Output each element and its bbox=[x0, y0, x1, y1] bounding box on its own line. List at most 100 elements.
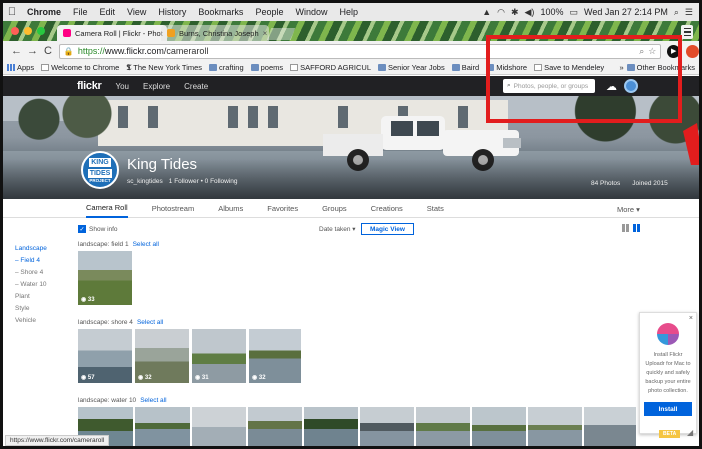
menu-file[interactable]: File bbox=[67, 7, 94, 17]
photo-thumbnail[interactable]: ◉ 32 bbox=[249, 329, 301, 383]
photo-thumbnail[interactable] bbox=[472, 407, 526, 446]
bookmark-label: crafting bbox=[219, 63, 244, 72]
nav-explore[interactable]: Explore bbox=[143, 82, 170, 91]
menu-people[interactable]: People bbox=[249, 7, 289, 17]
filter-shore[interactable]: – Shore 4 bbox=[15, 267, 47, 279]
photo-thumbnail[interactable]: ◉ 32 bbox=[135, 329, 189, 383]
profile-handle: sc_kingtides bbox=[127, 178, 163, 185]
tab-groups[interactable]: Groups bbox=[322, 199, 347, 218]
new-tab-button[interactable] bbox=[266, 28, 296, 40]
close-tab-icon[interactable]: × bbox=[263, 29, 268, 38]
menu-edit[interactable]: Edit bbox=[94, 7, 122, 17]
menu-history[interactable]: History bbox=[152, 7, 192, 17]
photo-thumbnail[interactable]: ◉ 33 bbox=[78, 251, 132, 305]
menu-view[interactable]: View bbox=[121, 7, 152, 17]
menu-chrome[interactable]: Chrome bbox=[21, 7, 67, 17]
photo-thumbnail[interactable] bbox=[360, 407, 414, 446]
photo-thumbnail[interactable] bbox=[416, 407, 470, 446]
apple-icon[interactable]:  bbox=[3, 6, 21, 18]
large-grid-view-icon[interactable] bbox=[633, 224, 641, 232]
bookmark-welcome[interactable]: Welcome to Chrome bbox=[41, 63, 119, 72]
install-button[interactable]: Install bbox=[644, 402, 692, 416]
photo-thumbnail[interactable] bbox=[248, 407, 302, 446]
filter-field[interactable]: – Field 4 bbox=[15, 255, 47, 267]
tab-burns-christina[interactable]: Burns, Christina Joseph × bbox=[161, 25, 269, 41]
folder-icon bbox=[378, 64, 386, 71]
filter-plant[interactable]: Plant bbox=[15, 291, 47, 303]
bookmark-crafting[interactable]: crafting bbox=[209, 63, 244, 72]
tab-stats[interactable]: Stats bbox=[427, 199, 444, 218]
bookmark-nytimes[interactable]: 𝕿 The New York Times bbox=[126, 63, 202, 73]
battery-icon[interactable]: ▭ bbox=[569, 7, 578, 18]
photo-thumbnail[interactable]: ◉ 57 bbox=[78, 329, 132, 383]
wifi-icon[interactable]: ◠ bbox=[497, 7, 505, 18]
reload-icon[interactable]: C bbox=[43, 45, 53, 57]
mac-menu-bar:  Chrome File Edit View History Bookmark… bbox=[3, 3, 699, 21]
menu-help[interactable]: Help bbox=[333, 7, 364, 17]
flickr-logo[interactable]: flickr bbox=[77, 80, 102, 92]
show-info-checkbox[interactable]: ✓ Show info bbox=[78, 225, 118, 233]
select-all-link[interactable]: Select all bbox=[133, 241, 159, 248]
volume-icon[interactable]: ◀) bbox=[525, 7, 535, 18]
profile-avatar[interactable]: KING TIDES PROJECT bbox=[81, 151, 119, 189]
tab-albums[interactable]: Albums bbox=[218, 199, 243, 218]
select-all-link[interactable]: Select all bbox=[140, 397, 166, 404]
bookmark-senior-jobs[interactable]: Senior Year Jobs bbox=[378, 63, 445, 72]
bookmark-label: Welcome to Chrome bbox=[51, 63, 120, 72]
menu-window[interactable]: Window bbox=[289, 7, 333, 17]
joined-date: Joined 2015 bbox=[632, 180, 668, 187]
page-icon bbox=[41, 64, 50, 71]
forward-arrow-icon[interactable]: → bbox=[27, 45, 38, 57]
notification-center-icon[interactable]: ☰ bbox=[685, 7, 693, 18]
photo-thumbnail[interactable]: ◉ 31 bbox=[192, 329, 246, 383]
status-icon[interactable]: ▲ bbox=[482, 7, 491, 17]
group-label: landscape: water 10 bbox=[78, 397, 137, 404]
more-menu[interactable]: More ▾ bbox=[617, 205, 640, 214]
back-arrow-icon[interactable]: ← bbox=[11, 45, 22, 57]
photo-thumbnail[interactable] bbox=[528, 407, 582, 446]
tab-creations[interactable]: Creations bbox=[371, 199, 403, 218]
menu-status-area: ▲ ◠ ✱ ◀) 100% ▭ Wed Jan 27 2:14 PM ⌕ ☰ bbox=[482, 7, 699, 18]
chrome-menu-icon[interactable] bbox=[681, 25, 693, 39]
uploadr-logo-icon bbox=[657, 323, 679, 345]
bookmark-baird[interactable]: Baird bbox=[451, 63, 479, 72]
megaphone-icon[interactable]: ◢ bbox=[687, 428, 693, 437]
date-taken-dropdown[interactable]: Date taken ▾ bbox=[319, 225, 356, 233]
close-popup-icon[interactable]: × bbox=[689, 315, 693, 322]
filter-landscape[interactable]: Landscape bbox=[15, 243, 47, 255]
bluetooth-icon[interactable]: ✱ bbox=[511, 7, 519, 18]
filter-water[interactable]: – Water 10 bbox=[15, 279, 47, 291]
extension-red-icon[interactable] bbox=[686, 44, 699, 58]
nav-create[interactable]: Create bbox=[184, 82, 208, 91]
filter-style[interactable]: Style bbox=[15, 303, 47, 315]
group-label: landscape: shore 4 bbox=[78, 319, 133, 326]
photo-thumbnail[interactable] bbox=[192, 407, 246, 446]
photo-badge: ◉ 33 bbox=[81, 297, 95, 303]
magic-view-button[interactable]: Magic View bbox=[361, 223, 414, 235]
photo-thumbnail[interactable] bbox=[584, 407, 636, 446]
bookmark-poems[interactable]: poems bbox=[250, 63, 283, 72]
grid-view-icon[interactable] bbox=[622, 224, 630, 232]
nav-you[interactable]: You bbox=[116, 82, 130, 91]
spotlight-icon[interactable]: ⌕ bbox=[674, 7, 679, 18]
profile-subline: sc_kingtides 1 Follower • 0 Following bbox=[127, 178, 238, 185]
tab-camera-roll[interactable]: Camera Roll | Flickr - Phot × bbox=[57, 25, 167, 41]
zoom-window-button[interactable] bbox=[37, 27, 45, 35]
profile-followers[interactable]: 1 Follower • 0 Following bbox=[169, 178, 238, 185]
bookmark-safford[interactable]: SAFFORD AGRICUL bbox=[290, 63, 371, 72]
menu-bookmarks[interactable]: Bookmarks bbox=[192, 7, 249, 17]
tab-camera-roll-page[interactable]: Camera Roll bbox=[86, 199, 128, 218]
bookmark-apps[interactable]: Apps bbox=[7, 63, 34, 72]
tab-photostream[interactable]: Photostream bbox=[152, 199, 195, 218]
close-window-button[interactable] bbox=[11, 27, 19, 35]
photo-thumbnail[interactable] bbox=[304, 407, 358, 446]
menu-clock[interactable]: Wed Jan 27 2:14 PM bbox=[584, 7, 668, 17]
filter-vehicle[interactable]: Vehicle bbox=[15, 315, 47, 327]
tab-favorites[interactable]: Favorites bbox=[267, 199, 298, 218]
select-all-link[interactable]: Select all bbox=[137, 319, 163, 326]
minimize-window-button[interactable] bbox=[24, 27, 32, 35]
avatar-text: KING bbox=[89, 157, 111, 167]
lock-icon[interactable]: 🔒 bbox=[64, 47, 74, 56]
photo-thumbnail[interactable] bbox=[135, 407, 190, 446]
bookmark-label: SAFFORD AGRICUL bbox=[300, 63, 371, 72]
